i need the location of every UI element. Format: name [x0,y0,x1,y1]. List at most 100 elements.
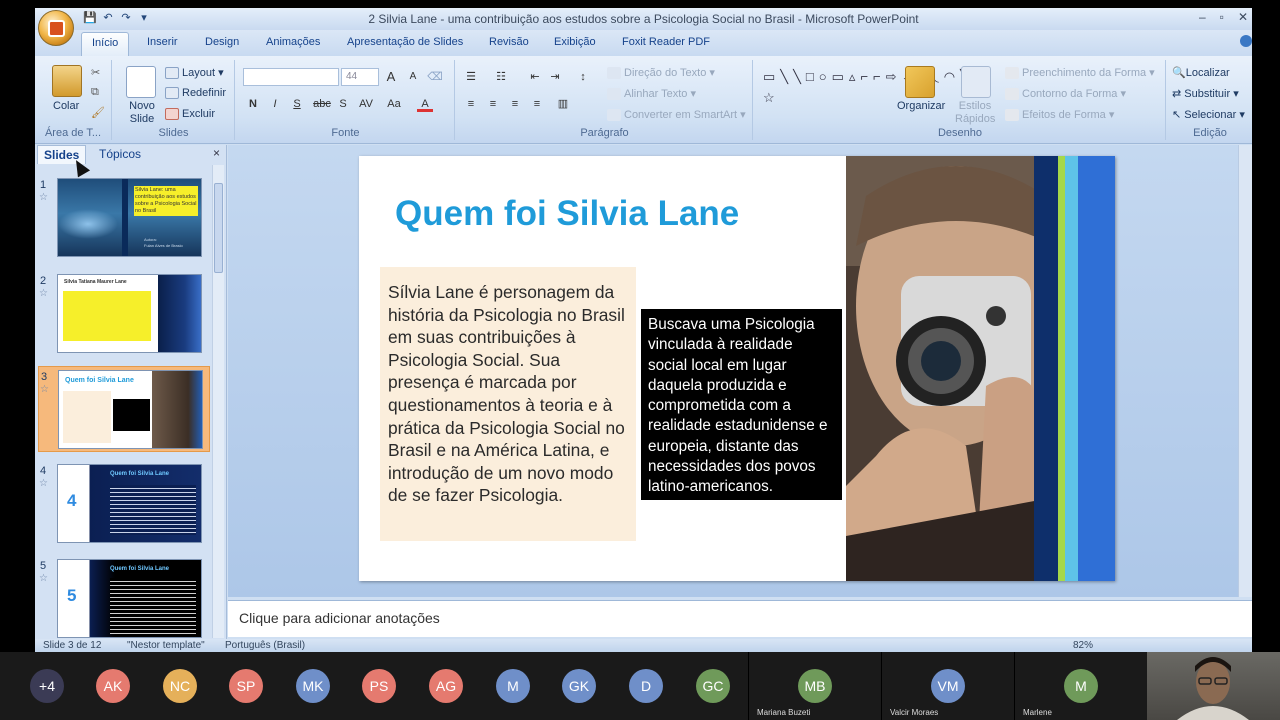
arrange-icon[interactable] [905,66,935,98]
format-painter-icon[interactable]: 🖌 [91,106,105,119]
font-name-combo[interactable] [243,68,339,86]
thumbnail-row-2[interactable]: 2 ☆ Silvia Tatiana Maurer Lane [38,271,210,357]
strikethrough-button[interactable]: abc [311,96,333,112]
thumbnail-stripe [122,179,128,256]
participant-tile[interactable]: MB Mariana Buzeti [748,652,880,720]
participant-avatar[interactable]: PS [362,669,396,703]
thumbnail-row-3[interactable]: 3 ☆ Quem foi Silvia Lane [38,366,210,452]
minimize-button[interactable]: – [1199,10,1206,24]
quick-styles-icon[interactable] [961,66,991,98]
tab-animacoes[interactable]: Animações [266,36,320,48]
thumbnail-slide-1[interactable]: Silvia Lane: uma contribuição aos estudo… [57,178,202,257]
align-center-icon[interactable]: ≡ [485,96,501,112]
thumbnail-slide-4[interactable]: 4 Quem foi Silvia Lane [57,464,202,543]
participant-avatar[interactable]: SP [229,669,263,703]
align-text-button[interactable]: Alinhar Texto ▾ [607,87,696,101]
language[interactable]: Português (Brasil) [225,640,305,651]
thumbnail-row-1[interactable]: 1 ☆ Silvia Lane: uma contribuição aos es… [38,175,210,261]
tab-inserir[interactable]: Inserir [147,36,178,48]
clear-format-icon[interactable]: ⌫ [427,69,443,85]
restore-button[interactable]: ▫ [1220,10,1224,24]
tab-inicio[interactable]: Início [81,32,130,56]
reset-button[interactable]: Redefinir [165,87,226,100]
shape-fill-button[interactable]: Preenchimento da Forma ▾ [1005,66,1155,80]
thumbnail-row-4[interactable]: 4 ☆ 4 Quem foi Silvia Lane [38,461,210,547]
font-size-combo[interactable]: 44 [341,68,379,86]
slide-left-textbox[interactable]: Sílvia Lane é personagem da história da … [380,267,636,541]
participant-avatar[interactable]: MK [296,669,330,703]
tab-revisao[interactable]: Revisão [489,36,529,48]
tab-design[interactable]: Design [205,36,239,48]
font-color-button[interactable]: A [417,96,433,112]
thumbnail-row-5[interactable]: 5 ☆ 5 Quem foi Silvia Lane [38,556,210,640]
paste-button[interactable]: Colar [53,100,79,112]
current-slide[interactable]: Quem foi Silvia Lane Sílvia Lane é perso… [359,156,1115,581]
more-participants[interactable]: +4 [30,669,64,703]
participant-avatar[interactable]: M [496,669,530,703]
justify-icon[interactable]: ≡ [529,96,545,112]
line-spacing-icon[interactable]: ↕ [575,69,591,85]
participant-avatar[interactable]: AG [429,669,463,703]
numbering-icon[interactable]: ☷ [493,69,509,85]
arrange-button[interactable]: Organizar [897,100,945,112]
participant-avatar[interactable]: GK [562,669,596,703]
delete-button[interactable]: Excluir [165,108,215,121]
participant-video[interactable] [1147,652,1280,720]
zoom-level[interactable]: 82% [1073,640,1093,651]
align-left-icon[interactable]: ≡ [463,96,479,112]
columns-icon[interactable]: ▥ [555,96,571,112]
shape-outline-button[interactable]: Contorno da Forma ▾ [1005,87,1126,101]
italic-button[interactable]: I [267,96,283,112]
quick-styles-button[interactable]: Estilos Rápidos [955,100,995,126]
align-right-icon[interactable]: ≡ [507,96,523,112]
participant-tile[interactable]: M Marlene [1014,652,1146,720]
text-direction-button[interactable]: Direção do Texto ▾ [607,66,715,80]
tab-outline[interactable]: Tópicos [99,147,141,161]
new-slide-icon[interactable] [126,66,156,98]
shape-effects-button[interactable]: Efeitos de Forma ▾ [1005,108,1114,122]
copy-icon[interactable]: ⧉ [91,86,99,99]
tab-foxit[interactable]: Foxit Reader PDF [622,36,710,48]
tab-apresentacao[interactable]: Apresentação de Slides [347,36,463,48]
smartart-button[interactable]: Converter em SmartArt ▾ [607,108,746,122]
shrink-font-button[interactable]: A [405,69,421,85]
notes-pane[interactable]: Clique para adicionar anotações [228,600,1252,637]
thumbnail-slide-5[interactable]: 5 Quem foi Silvia Lane [57,559,202,638]
participant-avatar[interactable]: NC [163,669,197,703]
find-button[interactable]: 🔍Localizar [1172,66,1230,79]
participant-avatar[interactable]: GC [696,669,730,703]
pane-scrollbar[interactable] [212,165,224,638]
tab-exibicao[interactable]: Exibição [554,36,596,48]
thumbnail-slide-3[interactable]: Quem foi Silvia Lane [58,370,203,449]
cut-icon[interactable]: ✂ [91,66,100,79]
paste-icon[interactable] [52,65,82,97]
pane-scroll-thumb[interactable] [214,183,223,273]
layout-button[interactable]: Layout ▾ [165,66,224,80]
decrease-indent-icon[interactable]: ⇤ [527,69,543,85]
editor-scrollbar[interactable] [1238,145,1252,597]
grow-font-button[interactable]: A [383,69,399,85]
spacing-button[interactable]: AV [355,96,377,112]
office-button[interactable] [38,10,74,46]
participant-avatar[interactable]: AK [96,669,130,703]
new-slide-button[interactable]: Novo Slide [127,100,157,126]
bold-button[interactable]: N [245,96,261,112]
thumbnail-slide-2[interactable]: Silvia Tatiana Maurer Lane [57,274,202,353]
thumbnail-author: Fulan Alves de Brasio [144,243,183,248]
underline-button[interactable]: S [289,96,305,112]
participant-avatar[interactable]: D [629,669,663,703]
replace-button[interactable]: ⇄ Substituir ▾ [1172,87,1239,100]
shadow-button[interactable]: S [335,96,351,112]
increase-indent-icon[interactable]: ⇥ [547,69,563,85]
slide-title[interactable]: Quem foi Silvia Lane [395,194,739,234]
change-case-button[interactable]: Aa [383,96,405,112]
select-button[interactable]: ↖ Selecionar ▾ [1172,108,1245,121]
slide-photo-woman-camera[interactable]: 3 [846,156,1115,581]
shapes-gallery[interactable]: ▭╲╲□○▭▵⌐⌐⇨⇩⬠◟◠╲{}☆ [763,66,987,108]
slide-right-textbox[interactable]: Buscava uma Psicologia vinculada à reali… [641,309,842,500]
participant-tile[interactable]: VM Valcir Moraes [881,652,1013,720]
bullets-icon[interactable]: ☰ [463,69,479,85]
help-icon[interactable] [1240,35,1252,47]
pane-close-button[interactable]: × [213,146,220,160]
close-button[interactable]: ✕ [1238,10,1248,24]
